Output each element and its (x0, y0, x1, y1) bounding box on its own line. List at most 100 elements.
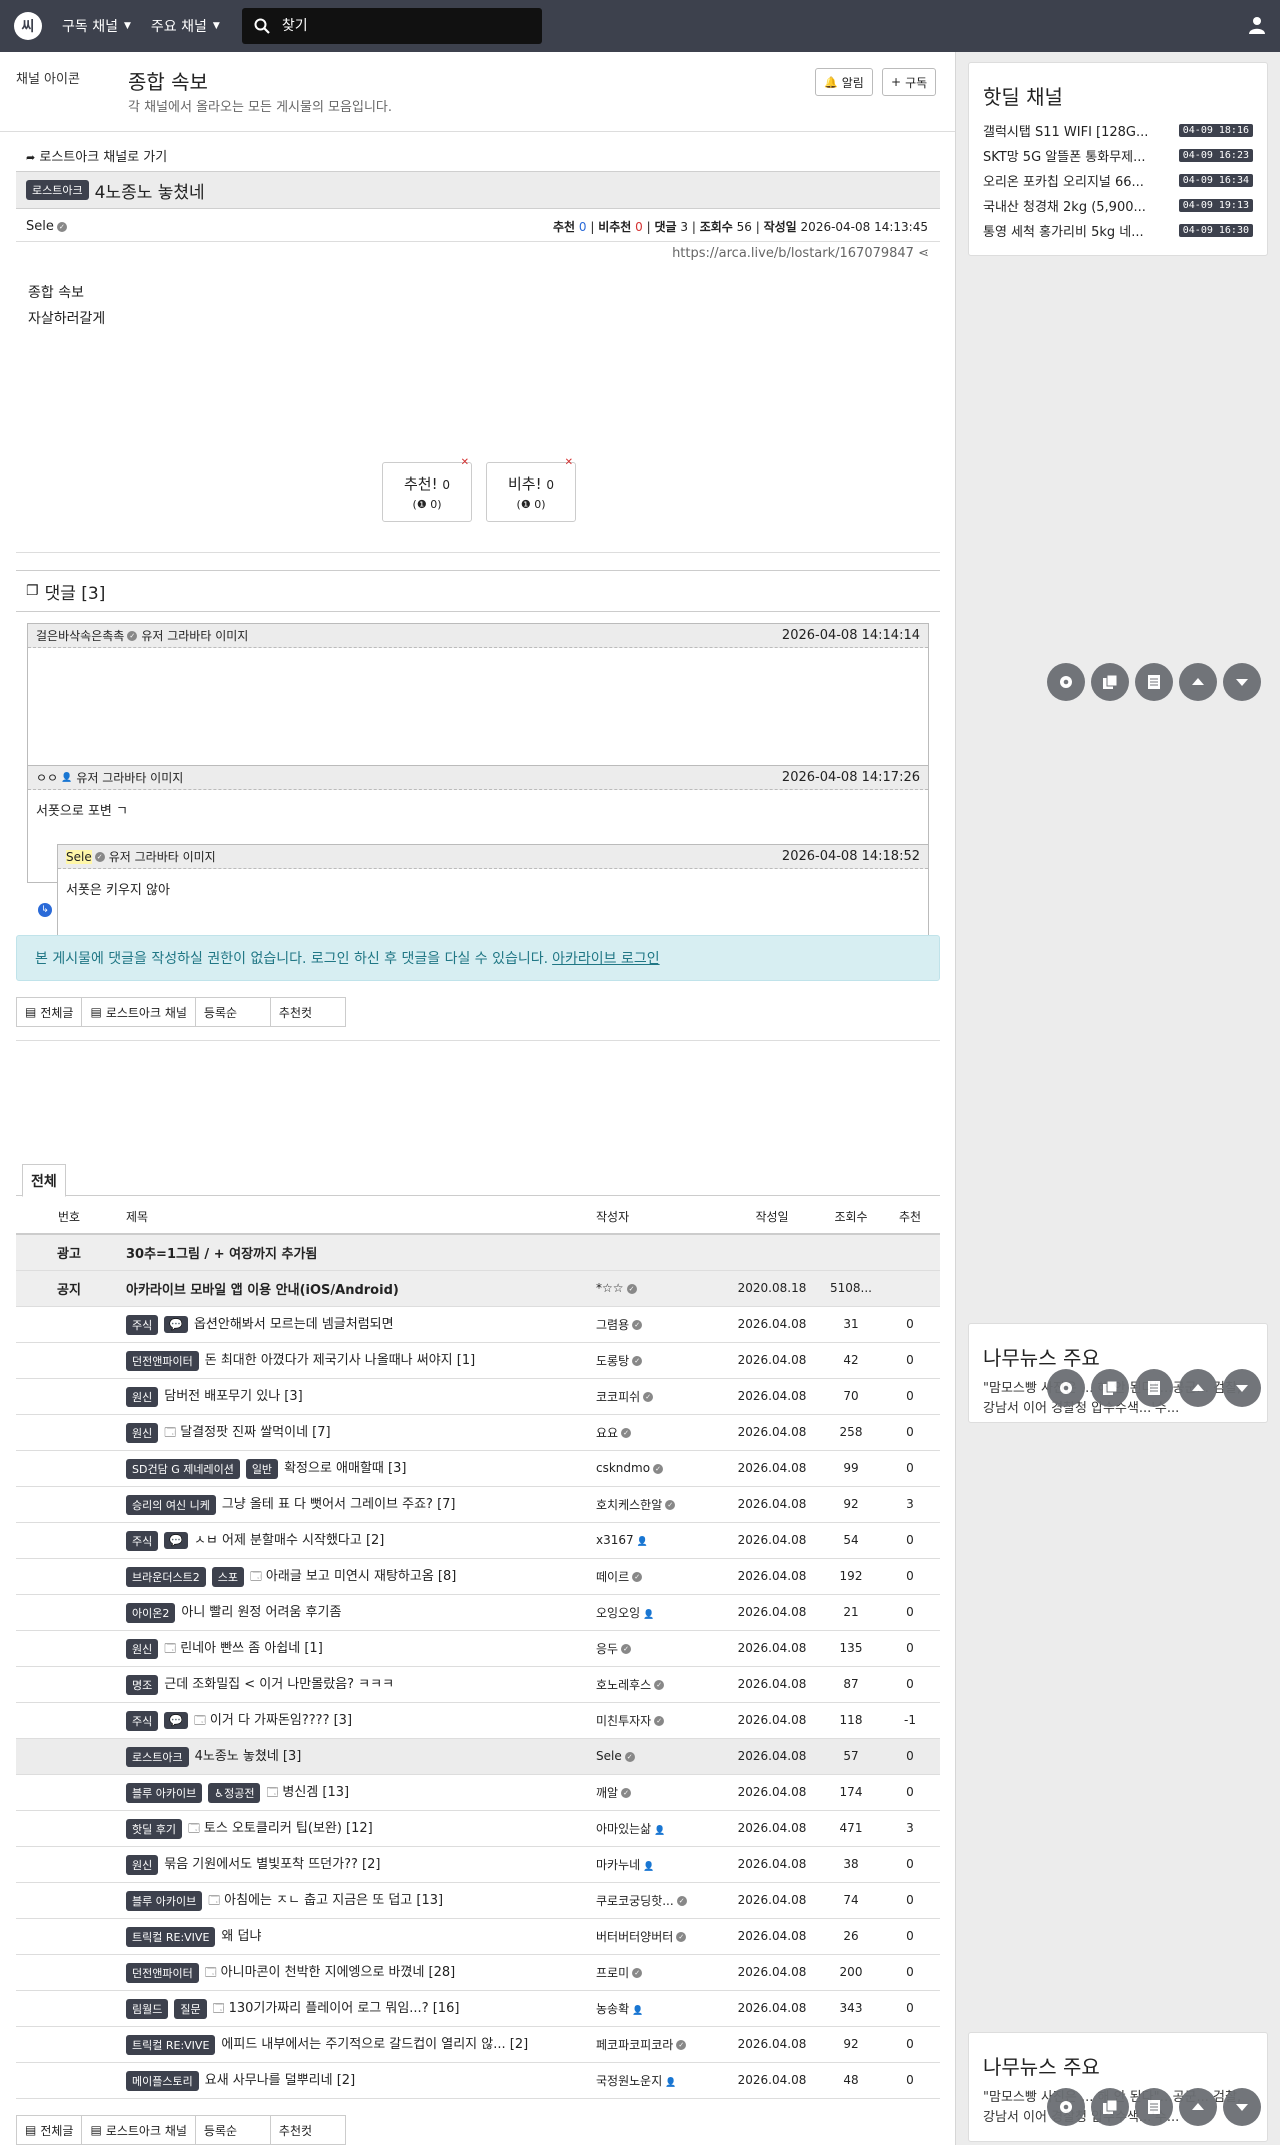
channel-posts-button[interactable]: ▤ 로스트아크 채널 (81, 2115, 196, 2145)
post-title[interactable]: 130기가짜리 플레이어 로그 뭐임...? [16] (229, 2001, 460, 2016)
comment-author[interactable]: 걸은바삭속은촉촉 (36, 627, 124, 644)
hotdeal-item[interactable]: 오리온 포카칩 오리지널 66... 04-09 16:34 (969, 168, 1267, 193)
post-title[interactable]: ㅅㅂ 어제 분할매수 시작했다고 [2] (194, 1533, 384, 1548)
post-author[interactable]: 미친투자자 (596, 1714, 651, 1728)
category-badge[interactable]: 주식 (126, 1530, 159, 1551)
table-row[interactable]: 핫딜 후기 🗔 토스 오토클리커 팁(보완) [12] 아마있는삶 👤 2026.04.0… (16, 1810, 940, 1847)
post-title[interactable]: 아침에는 ㅈㄴ 춥고 지금은 또 덥고 [13] (224, 1893, 443, 1908)
copy-fab-button[interactable] (1091, 663, 1129, 701)
list-fab-button[interactable] (1135, 663, 1173, 701)
table-row[interactable]: 원신 묶음 기원에서도 별빛포착 뜨던가?? [2] 마카누네 👤 2026.04.08… (16, 1846, 940, 1883)
category-badge[interactable]: 메이플스토리 (126, 2070, 199, 2091)
post-author[interactable]: 떼이르 (596, 1570, 629, 1584)
unrecommend-button[interactable]: ✕ 비추! 0 (❶ 0) (486, 457, 576, 522)
table-row[interactable]: 로스트아크 4노종노 놓쳤네 [3] Sele ✓ 2026.04.08 57 0 (16, 1738, 940, 1775)
post-author[interactable]: 호치케스한알 (596, 1498, 662, 1512)
table-row[interactable]: 트릭컬 RE:VIVE 왜 덥냐 버터버터양버터 ✓ 2026.04.08 26 0 (16, 1918, 940, 1955)
hotdeal-item[interactable]: SKT망 5G 알뜰폰 통화무제... 04-09 16:23 (969, 143, 1267, 168)
tab-all[interactable]: 전체 (22, 1164, 66, 1197)
hotdeal-title[interactable]: 핫딜 채널 (969, 63, 1267, 118)
category-badge[interactable]: SD건담 G 제네레이션 (126, 1458, 240, 1479)
subscribed-channels-dropdown[interactable]: 구독 채널 ▼ (62, 16, 131, 36)
post-author[interactable]: Sele (596, 1749, 622, 1763)
post-title[interactable]: 묶음 기원에서도 별빛포착 뜨던가?? [2] (164, 1857, 380, 1872)
category-badge[interactable]: 스포 (211, 1566, 244, 1587)
table-row[interactable]: SD건담 G 제네레이션 일반 확정으로 애매할때 [3] cskndmo ✓ 2026.… (16, 1450, 940, 1487)
hotdeal-item[interactable]: 갤럭시탭 S11 WIFI [128G... 04-09 18:16 (969, 118, 1267, 143)
channel-posts-button[interactable]: ▤ 로스트아크 채널 (81, 997, 196, 1027)
post-title[interactable]: 토스 오토클리커 팁(보완) [12] (204, 1821, 373, 1836)
post-author[interactable]: 그렴용 (596, 1318, 629, 1332)
category-badge[interactable]: 트릭컬 RE:VIVE (126, 1926, 216, 1947)
list-fab-button[interactable] (1135, 1369, 1173, 1407)
post-author[interactable]: cskndmo (596, 1461, 650, 1475)
arrow-up-fab-button[interactable] (1179, 2088, 1217, 2126)
table-row[interactable]: 원신 담버전 배포무기 있나 [3] 코코피쉬 ✓ 2026.04.08 70 0 (16, 1378, 940, 1415)
table-row[interactable]: 던전앤파이터 돈 최대한 아꼈다가 제국기사 나올때나 써야지 [1] 도롱탕 ✓ 20… (16, 1342, 940, 1379)
table-row[interactable]: 원신 🗔 린네아 빤쓰 좀 아쉽네 [1] 응두 ✓ 2026.04.08 135 0 (16, 1630, 940, 1667)
category-badge[interactable]: 림월드 (126, 1998, 169, 2019)
category-badge[interactable]: 던전앤파이터 (126, 1350, 199, 1371)
news-title[interactable]: 나무뉴스 주요 (969, 2033, 1267, 2088)
category-badge[interactable]: 원신 (126, 1422, 159, 1443)
list-fab-button[interactable] (1135, 2088, 1173, 2126)
table-row[interactable]: 트릭컬 RE:VIVE 에피드 내부에서는 주기적으로 갈드컵이 열리지 않...… (16, 2026, 940, 2063)
category-badge[interactable]: ♿정공전 (208, 1782, 261, 1803)
category-badge[interactable]: 승리의 여신 니케 (126, 1494, 216, 1515)
post-author[interactable]: 페코파코피코라 (596, 2038, 673, 2052)
table-row[interactable]: 림월드 질문 🗔 130기가짜리 플레이어 로그 뭐임...? [16] 농송확 👤 202… (16, 1990, 940, 2027)
post-author[interactable]: x3167 (596, 1533, 634, 1547)
search-input[interactable] (279, 17, 520, 35)
copy-fab-button[interactable] (1091, 1369, 1129, 1407)
post-author[interactable]: 버터버터양버터 (596, 1930, 673, 1944)
arrow-up-fab-button[interactable] (1179, 663, 1217, 701)
post-title[interactable]: 담버전 배포무기 있나 [3] (164, 1389, 302, 1404)
hotdeal-item[interactable]: 국내산 청경채 2kg (5,900... 04-09 19:13 (969, 193, 1267, 218)
post-title[interactable]: 4노종노 놓쳤네 [3] (195, 1749, 302, 1764)
category-badge[interactable]: 브라운더스트2 (126, 1566, 206, 1587)
post-title[interactable]: 이거 다 가짜돈임???? [3] (210, 1713, 352, 1728)
gear-fab-button[interactable] (1047, 663, 1085, 701)
post-author[interactable]: 요요 (596, 1426, 618, 1440)
post-title[interactable]: 아니 빨리 원정 어려움 후기좀 (181, 1605, 341, 1620)
category-badge[interactable]: 질문 (174, 1998, 207, 2019)
table-row[interactable]: 블루 아카이브 ♿정공전 🗔 병신겜 [13] 깨알 ✓ 2026.04.08 174 0 (16, 1774, 940, 1811)
table-row[interactable]: 주식 💬 🗔 이거 다 가짜돈임???? [3] 미친투자자 ✓ 2026.04.08 118… (16, 1702, 940, 1739)
post-author[interactable]: 농송확 (596, 2002, 629, 2016)
arrow-down-fab-button[interactable] (1223, 663, 1261, 701)
table-row[interactable]: 아이온2 아니 빨리 원정 어려움 후기좀 오잉오잉 👤 2026.04.08 21 0 (16, 1594, 940, 1631)
post-author[interactable]: 쿠로코궁딩핫... (596, 1894, 674, 1908)
category-badge[interactable]: 로스트아크 (126, 1746, 189, 1767)
all-posts-button[interactable]: ▤ 전체글 (16, 997, 83, 1027)
post-author[interactable]: 아마있는삶 (596, 1822, 651, 1836)
category-badge[interactable]: 트릭컬 RE:VIVE (126, 2034, 216, 2055)
post-author[interactable]: 응두 (596, 1642, 618, 1656)
table-row[interactable]: 승리의 여신 니케 그냥 올테 표 다 뻣어서 그레이브 주죠? [7] 호치케스한… (16, 1486, 940, 1523)
post-author[interactable]: 호노레후스 (596, 1678, 651, 1692)
category-badge[interactable]: 블루 아카이브 (126, 1782, 203, 1803)
table-row[interactable]: 던전앤파이터 🗔 아니마콘이 천박한 지에엥으로 바꼈네 [28] 프로미 ✓ 2026.… (16, 1954, 940, 1991)
post-title[interactable]: 에피드 내부에서는 주기적으로 갈드컵이 열리지 않... [2] (221, 2037, 528, 2052)
category-badge[interactable]: 원신 (126, 1386, 159, 1407)
category-badge[interactable]: 핫딜 후기 (126, 1818, 182, 1839)
category-badge[interactable]: 명조 (126, 1674, 159, 1695)
table-row[interactable]: 원신 🗔 달결정팟 진짜 쌀먹이네 [7] 요요 ✓ 2026.04.08 258 0 (16, 1414, 940, 1451)
post-title[interactable]: 병신겜 [13] (282, 1785, 349, 1800)
table-row[interactable]: 주식 💬 옵션안해봐서 모르는데 넴글처럼되면 그렴용 ✓ 2026.04.08 31 0 (16, 1306, 940, 1343)
post-title[interactable]: 린네아 빤쓰 좀 아쉽네 [1] (180, 1641, 323, 1656)
post-title[interactable]: 그냥 올테 표 다 뻣어서 그레이브 주죠? [7] (222, 1497, 456, 1512)
category-badge[interactable]: 던전앤파이터 (126, 1962, 199, 1983)
board-title[interactable]: 종합 속보 (128, 66, 208, 95)
subscribe-button[interactable]: + 구독 (882, 68, 937, 96)
arrow-up-fab-button[interactable] (1179, 1369, 1217, 1407)
comment-author[interactable]: ㅇㅇ (36, 769, 58, 786)
category-badge[interactable]: 아이온2 (126, 1602, 176, 1623)
ad-row[interactable]: 광고 30추=1그림 / + 여장까지 추가됨 (16, 1234, 940, 1271)
category-badge[interactable]: 원신 (126, 1638, 159, 1659)
comment-author[interactable]: Sele (66, 849, 92, 864)
post-author[interactable]: 프로미 (596, 1966, 629, 1980)
gear-fab-button[interactable] (1047, 1369, 1085, 1407)
notice-row[interactable]: 공지 아카라이브 모바일 앱 이용 안내(iOS/Android) *☆☆ ✓ 2… (16, 1270, 940, 1307)
post-title[interactable]: 근데 조화밀집 < 이거 나만몰랐음? ㅋㅋㅋ (164, 1677, 394, 1692)
category-badge[interactable]: 주식 (126, 1710, 159, 1731)
